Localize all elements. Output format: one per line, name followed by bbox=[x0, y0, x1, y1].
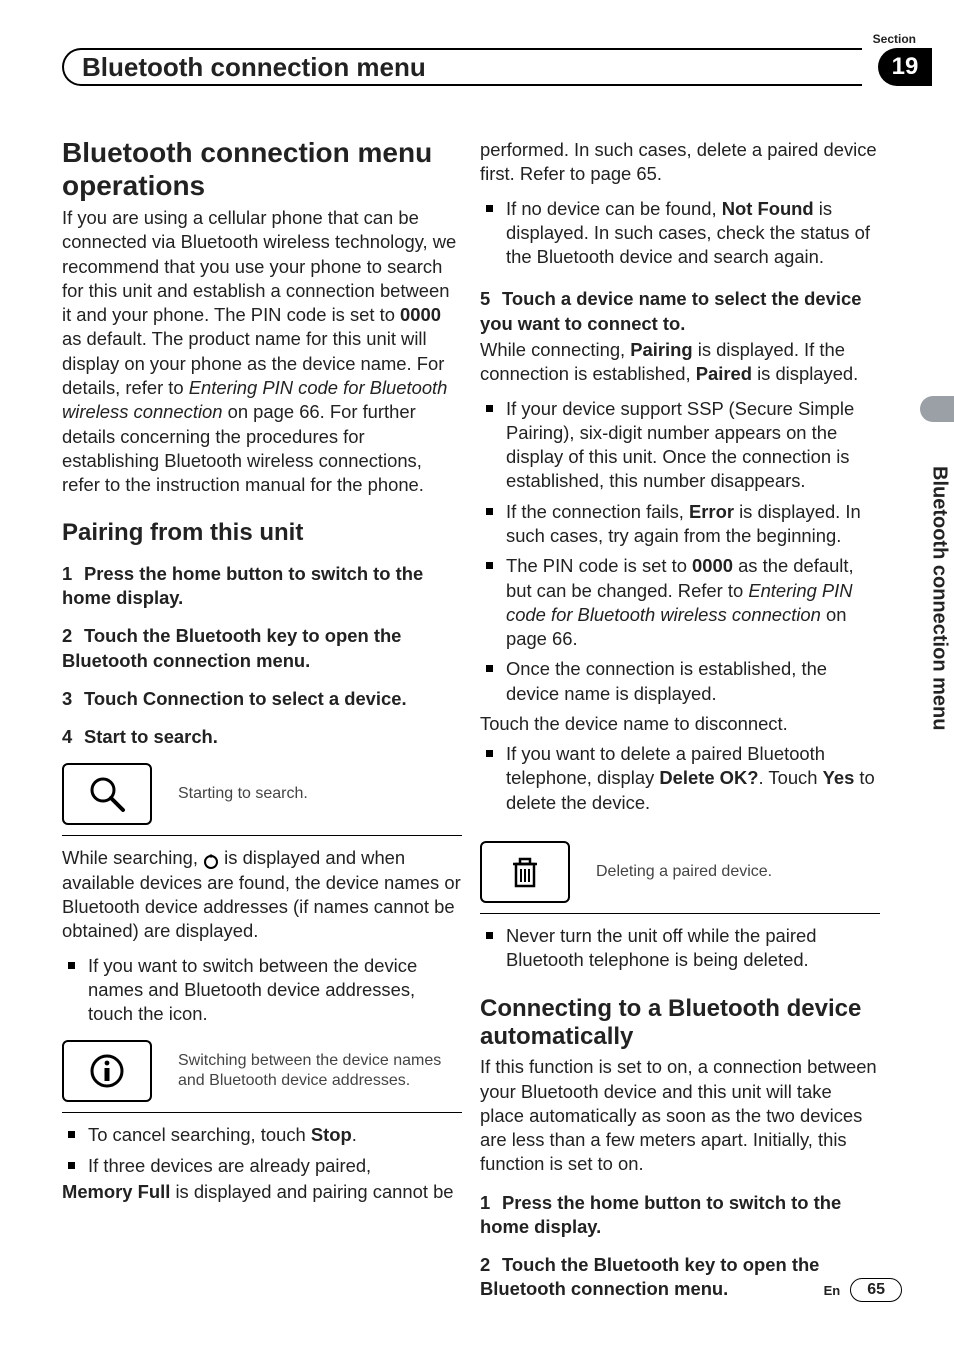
once-bullet: Once the connection is established, the … bbox=[480, 657, 880, 706]
memory-full-line: Memory Full is displayed and pairing can… bbox=[62, 1180, 462, 1204]
info-icon bbox=[62, 1040, 152, 1102]
step-3: 3Touch Connection to select a device. bbox=[62, 687, 462, 711]
trash-icon-row: Deleting a paired device. bbox=[480, 841, 880, 914]
footer-lang: En bbox=[824, 1283, 841, 1298]
not-found-bullet: If no device can be found, Not Found is … bbox=[480, 197, 880, 270]
step-4: 4Start to search. bbox=[62, 725, 462, 749]
info-caption: Switching between the device names and B… bbox=[178, 1051, 462, 1093]
footer-page-number: 65 bbox=[850, 1278, 902, 1302]
heading-auto: Connecting to a Bluetooth device automat… bbox=[480, 995, 880, 1052]
auto-paragraph: If this function is set to on, a connect… bbox=[480, 1055, 880, 1176]
intro-paragraph: If you are using a cellular phone that c… bbox=[62, 206, 462, 497]
cancel-bullet: To cancel searching, touch Stop. bbox=[62, 1123, 462, 1147]
touch-name-line: Touch the device name to disconnect. bbox=[480, 712, 880, 736]
side-arc-decoration bbox=[920, 396, 954, 422]
switch-bullet: If you want to switch between the device… bbox=[62, 954, 462, 1027]
never-bullet: Never turn the unit off while the paired… bbox=[480, 924, 880, 973]
step-5: 5Touch a device name to select the devic… bbox=[480, 287, 880, 336]
step-2: 2Touch the Bluetooth key to open the Blu… bbox=[62, 624, 462, 673]
page-footer: En 65 bbox=[824, 1278, 902, 1302]
searching-paragraph: While searching, is displayed and when a… bbox=[62, 846, 462, 943]
search-caption: Starting to search. bbox=[178, 784, 308, 805]
trash-caption: Deleting a paired device. bbox=[596, 862, 772, 883]
auto-step-2: 2Touch the Bluetooth key to open the Blu… bbox=[480, 1253, 880, 1302]
three-devices-bullet: If three devices are already paired, bbox=[62, 1154, 462, 1178]
search-icon-row: Starting to search. bbox=[62, 763, 462, 836]
search-icon bbox=[62, 763, 152, 825]
section-number-badge: 19 bbox=[878, 48, 932, 86]
spinner-icon bbox=[203, 852, 219, 868]
info-icon-row: Switching between the device names and B… bbox=[62, 1040, 462, 1113]
trash-icon bbox=[480, 841, 570, 903]
error-bullet: If the connection fails, Error is displa… bbox=[480, 500, 880, 549]
right-column: performed. In such cases, delete a paire… bbox=[480, 130, 880, 1304]
pin-bullet: The PIN code is set to 0000 as the defau… bbox=[480, 554, 880, 651]
auto-step-1: 1Press the home button to switch to the … bbox=[480, 1191, 880, 1240]
performed-paragraph: performed. In such cases, delete a paire… bbox=[480, 138, 880, 187]
header-title: Bluetooth connection menu bbox=[62, 48, 862, 86]
step-1: 1Press the home button to switch to the … bbox=[62, 562, 462, 611]
left-column: Bluetooth connection menu operations If … bbox=[62, 130, 462, 1214]
heading-main: Bluetooth connection menu operations bbox=[62, 136, 462, 202]
side-tab: Bluetooth connection menu bbox=[924, 428, 954, 768]
delete-bullet: If you want to delete a paired Bluetooth… bbox=[480, 742, 880, 815]
ssp-bullet: If your device support SSP (Secure Simpl… bbox=[480, 397, 880, 494]
page-header: Section Bluetooth connection menu 19 bbox=[0, 32, 954, 92]
heading-pairing: Pairing from this unit bbox=[62, 519, 462, 547]
pairing-paragraph: While connecting, Pairing is displayed. … bbox=[480, 338, 880, 387]
section-label: Section bbox=[873, 32, 916, 46]
